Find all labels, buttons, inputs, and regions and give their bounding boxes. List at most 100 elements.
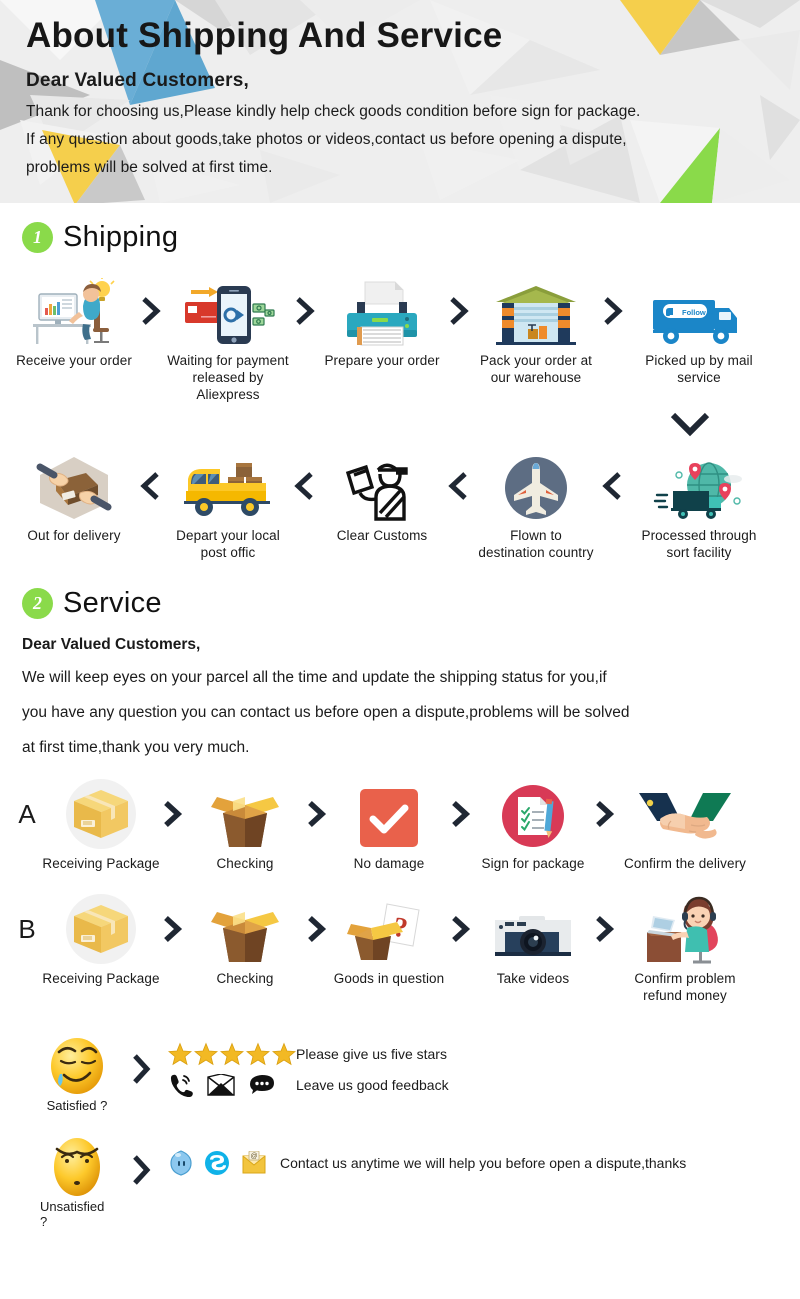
step-confirm-the-delivery: Confirm the delivery bbox=[616, 779, 754, 872]
support-agent-icon bbox=[616, 894, 754, 964]
contact-us-text: Contact us anytime we will help you befo… bbox=[280, 1155, 687, 1171]
feedback-row-unsatisfied: Unsatisfied ? @ Contact us anytime we wi… bbox=[0, 1135, 800, 1229]
contact-icons bbox=[168, 1072, 296, 1097]
unsatisfied-caption: Unsatisfied ? bbox=[40, 1199, 105, 1229]
step-processed-sort-facility: Processed through sort facility bbox=[624, 451, 774, 561]
open-box-icon bbox=[184, 779, 306, 849]
section-badge-1: 1 bbox=[22, 222, 53, 253]
closed-box-icon bbox=[74, 790, 128, 838]
shipping-flow-row-1: Receive your order Waiting for payment r… bbox=[0, 276, 800, 403]
satisfied-block: Satisfied ? bbox=[40, 1034, 114, 1113]
step-confirm-problem-refund: Confirm problem refund money bbox=[616, 894, 754, 1004]
mail-truck-icon: Follow Me bbox=[624, 276, 774, 346]
camera-icon bbox=[472, 894, 594, 964]
step-label: Flown to destination country bbox=[478, 528, 594, 560]
step-label: Sign for package bbox=[481, 856, 585, 871]
warehouse-icon bbox=[470, 276, 602, 346]
service-line: at first time,thank you very much. bbox=[22, 739, 250, 756]
five-stars-line: Please give us five stars bbox=[168, 1042, 449, 1066]
chevron-right-icon bbox=[114, 1034, 168, 1104]
step-label: No damage bbox=[353, 856, 425, 871]
skype-icon[interactable] bbox=[204, 1150, 230, 1176]
step-out-for-delivery: Out for delivery bbox=[8, 451, 140, 544]
page-header: About Shipping And Service Dear Valued C… bbox=[0, 0, 800, 203]
step-waiting-for-payment: Waiting for payment released by Aliexpre… bbox=[162, 276, 294, 403]
satisfied-caption: Satisfied ? bbox=[46, 1098, 108, 1113]
svg-text:@: @ bbox=[250, 1153, 257, 1160]
closed-box-icon bbox=[74, 905, 128, 953]
service-row-letter-b: B bbox=[18, 914, 36, 944]
step-clear-customs: Clear Customs bbox=[316, 451, 448, 544]
service-line: you have any question you can contact us… bbox=[22, 704, 630, 721]
messenger-icon[interactable] bbox=[168, 1149, 194, 1177]
chevron-down-icon bbox=[670, 412, 710, 437]
open-box-icon bbox=[184, 894, 306, 964]
handshake-icon bbox=[616, 779, 754, 849]
airplane-icon bbox=[470, 451, 602, 521]
step-label: Take videos bbox=[496, 971, 570, 986]
step-label: Out for delivery bbox=[27, 528, 121, 543]
star-icon[interactable] bbox=[246, 1042, 270, 1066]
step-label: Processed through sort facility bbox=[641, 528, 757, 560]
envelope-icon[interactable] bbox=[207, 1073, 235, 1096]
step-receiving-package-b: Receiving Package bbox=[40, 894, 162, 987]
star-icon[interactable] bbox=[194, 1042, 218, 1066]
header-line: problems will be solved at first time. bbox=[26, 159, 273, 176]
section-title-service: Service bbox=[63, 587, 162, 619]
step-pack-at-warehouse: Pack your order at our warehouse bbox=[470, 276, 602, 386]
chevron-left-icon bbox=[602, 451, 624, 521]
chevron-right-icon bbox=[594, 894, 616, 964]
page-title: About Shipping And Service bbox=[26, 16, 503, 55]
chevron-right-icon bbox=[162, 894, 184, 964]
step-label: Receiving Package bbox=[42, 856, 160, 871]
service-body-text: Dear Valued Customers, We will keep eyes… bbox=[0, 630, 800, 765]
step-label: Receive your order bbox=[16, 353, 132, 368]
service-lead: Dear Valued Customers, bbox=[22, 636, 201, 653]
chevron-right-icon bbox=[602, 276, 624, 346]
section-title-shipping: Shipping bbox=[63, 221, 179, 253]
step-no-damage: No damage bbox=[328, 779, 450, 872]
chevron-left-icon bbox=[294, 451, 316, 521]
service-row-letter-a: A bbox=[18, 799, 36, 829]
step-receive-your-order: Receive your order bbox=[8, 276, 140, 369]
step-checking-a: Checking bbox=[184, 779, 306, 872]
step-label: Prepare your order bbox=[324, 353, 440, 368]
icon-circle-backdrop bbox=[66, 894, 136, 964]
unsatisfied-block: Unsatisfied ? bbox=[40, 1135, 114, 1229]
printer-icon bbox=[316, 276, 448, 346]
star-rating[interactable] bbox=[168, 1042, 296, 1066]
question-box-icon: ? bbox=[328, 894, 450, 964]
five-stars-text: Please give us five stars bbox=[296, 1046, 447, 1062]
header-line: If any question about goods,take photos … bbox=[26, 131, 627, 148]
chevron-right-icon bbox=[114, 1135, 168, 1205]
checkmark-square-icon bbox=[328, 779, 450, 849]
star-icon[interactable] bbox=[168, 1042, 192, 1066]
icon-circle-backdrop bbox=[66, 779, 136, 849]
section-heading-shipping: 1 Shipping bbox=[0, 221, 800, 254]
messaging-icons: @ bbox=[168, 1149, 280, 1177]
chevron-right-icon bbox=[450, 894, 472, 964]
good-feedback-text: Leave us good feedback bbox=[296, 1076, 449, 1093]
chevron-right-icon bbox=[594, 779, 616, 849]
closed-box-icon-wrapper bbox=[40, 894, 162, 964]
chat-bubble-icon[interactable] bbox=[249, 1074, 275, 1096]
step-label: Picked up by mail service bbox=[645, 353, 753, 385]
phone-icon[interactable] bbox=[168, 1072, 193, 1097]
mobile-payment-icon bbox=[162, 276, 294, 346]
service-line: We will keep eyes on your parcel all the… bbox=[22, 669, 607, 686]
chevron-left-icon bbox=[448, 451, 470, 521]
step-label: Checking bbox=[216, 856, 274, 871]
email-icon[interactable]: @ bbox=[240, 1151, 268, 1175]
hands-package-icon bbox=[8, 451, 140, 521]
globe-sort-facility-icon bbox=[624, 451, 774, 521]
step-label: Pack your order at our warehouse bbox=[479, 353, 593, 385]
chevron-right-icon bbox=[294, 276, 316, 346]
shipping-flow-row-2: Out for delivery Depart your local post … bbox=[0, 451, 800, 561]
step-label: Receiving Package bbox=[42, 971, 160, 986]
step-checking-b: Checking bbox=[184, 894, 306, 987]
step-label: Waiting for payment released by Aliexpre… bbox=[167, 353, 289, 402]
star-icon[interactable] bbox=[272, 1042, 296, 1066]
star-icon[interactable] bbox=[220, 1042, 244, 1066]
delivery-van-icon bbox=[162, 451, 294, 521]
step-label: Confirm the delivery bbox=[623, 856, 747, 871]
